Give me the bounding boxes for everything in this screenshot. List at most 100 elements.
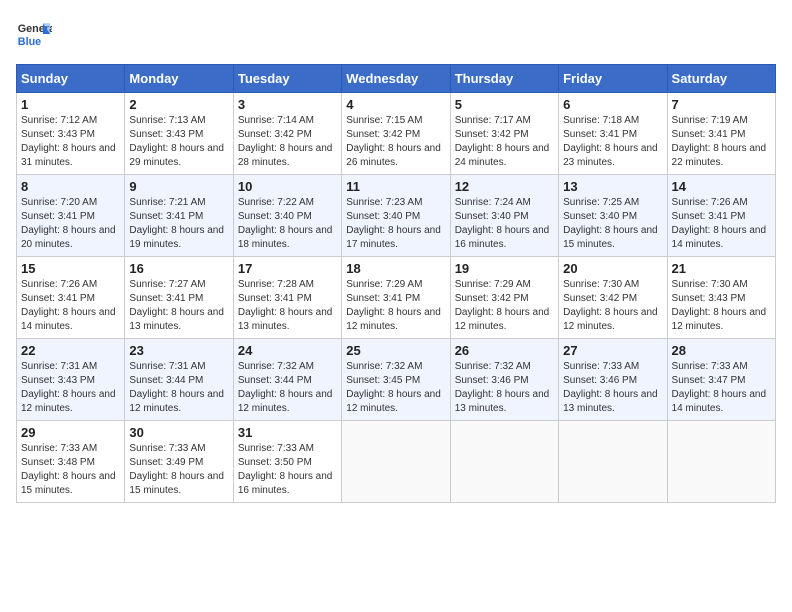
day-number: 6 (563, 97, 662, 112)
calendar-cell: 26 Sunrise: 7:32 AM Sunset: 3:46 PM Dayl… (450, 339, 558, 421)
day-number: 14 (672, 179, 771, 194)
calendar-cell: 9 Sunrise: 7:21 AM Sunset: 3:41 PM Dayli… (125, 175, 233, 257)
day-number: 13 (563, 179, 662, 194)
day-info: Sunrise: 7:14 AM Sunset: 3:42 PM Dayligh… (238, 114, 337, 170)
day-info: Sunrise: 7:30 AM Sunset: 3:43 PM Dayligh… (672, 278, 771, 334)
calendar-week-4: 22 Sunrise: 7:31 AM Sunset: 3:43 PM Dayl… (17, 339, 776, 421)
logo: General Blue (16, 16, 52, 52)
weekday-header-thursday: Thursday (450, 65, 558, 93)
calendar-cell (667, 421, 775, 503)
day-info: Sunrise: 7:26 AM Sunset: 3:41 PM Dayligh… (672, 196, 771, 252)
calendar-cell: 24 Sunrise: 7:32 AM Sunset: 3:44 PM Dayl… (233, 339, 341, 421)
svg-text:Blue: Blue (18, 36, 41, 48)
day-info: Sunrise: 7:13 AM Sunset: 3:43 PM Dayligh… (129, 114, 228, 170)
calendar-cell: 17 Sunrise: 7:28 AM Sunset: 3:41 PM Dayl… (233, 257, 341, 339)
day-info: Sunrise: 7:24 AM Sunset: 3:40 PM Dayligh… (455, 196, 554, 252)
day-info: Sunrise: 7:31 AM Sunset: 3:44 PM Dayligh… (129, 360, 228, 416)
calendar-cell: 2 Sunrise: 7:13 AM Sunset: 3:43 PM Dayli… (125, 93, 233, 175)
day-number: 17 (238, 261, 337, 276)
day-info: Sunrise: 7:17 AM Sunset: 3:42 PM Dayligh… (455, 114, 554, 170)
day-info: Sunrise: 7:12 AM Sunset: 3:43 PM Dayligh… (21, 114, 120, 170)
weekday-header-friday: Friday (559, 65, 667, 93)
day-number: 21 (672, 261, 771, 276)
calendar-week-5: 29 Sunrise: 7:33 AM Sunset: 3:48 PM Dayl… (17, 421, 776, 503)
day-number: 19 (455, 261, 554, 276)
day-number: 8 (21, 179, 120, 194)
day-number: 11 (346, 179, 445, 194)
day-info: Sunrise: 7:23 AM Sunset: 3:40 PM Dayligh… (346, 196, 445, 252)
weekday-header-wednesday: Wednesday (342, 65, 450, 93)
weekday-header-tuesday: Tuesday (233, 65, 341, 93)
day-info: Sunrise: 7:22 AM Sunset: 3:40 PM Dayligh… (238, 196, 337, 252)
calendar-cell: 22 Sunrise: 7:31 AM Sunset: 3:43 PM Dayl… (17, 339, 125, 421)
calendar-cell (559, 421, 667, 503)
day-number: 27 (563, 343, 662, 358)
day-info: Sunrise: 7:25 AM Sunset: 3:40 PM Dayligh… (563, 196, 662, 252)
day-info: Sunrise: 7:33 AM Sunset: 3:48 PM Dayligh… (21, 442, 120, 498)
day-number: 4 (346, 97, 445, 112)
calendar-week-1: 1 Sunrise: 7:12 AM Sunset: 3:43 PM Dayli… (17, 93, 776, 175)
calendar-cell: 29 Sunrise: 7:33 AM Sunset: 3:48 PM Dayl… (17, 421, 125, 503)
day-info: Sunrise: 7:33 AM Sunset: 3:50 PM Dayligh… (238, 442, 337, 498)
calendar-cell: 14 Sunrise: 7:26 AM Sunset: 3:41 PM Dayl… (667, 175, 775, 257)
day-info: Sunrise: 7:21 AM Sunset: 3:41 PM Dayligh… (129, 196, 228, 252)
calendar-cell: 30 Sunrise: 7:33 AM Sunset: 3:49 PM Dayl… (125, 421, 233, 503)
calendar-cell: 3 Sunrise: 7:14 AM Sunset: 3:42 PM Dayli… (233, 93, 341, 175)
calendar-cell: 16 Sunrise: 7:27 AM Sunset: 3:41 PM Dayl… (125, 257, 233, 339)
day-number: 1 (21, 97, 120, 112)
calendar-cell: 7 Sunrise: 7:19 AM Sunset: 3:41 PM Dayli… (667, 93, 775, 175)
day-number: 15 (21, 261, 120, 276)
day-info: Sunrise: 7:33 AM Sunset: 3:47 PM Dayligh… (672, 360, 771, 416)
calendar-cell: 28 Sunrise: 7:33 AM Sunset: 3:47 PM Dayl… (667, 339, 775, 421)
day-info: Sunrise: 7:28 AM Sunset: 3:41 PM Dayligh… (238, 278, 337, 334)
calendar-week-3: 15 Sunrise: 7:26 AM Sunset: 3:41 PM Dayl… (17, 257, 776, 339)
day-number: 9 (129, 179, 228, 194)
calendar-cell: 8 Sunrise: 7:20 AM Sunset: 3:41 PM Dayli… (17, 175, 125, 257)
day-number: 26 (455, 343, 554, 358)
calendar-cell: 23 Sunrise: 7:31 AM Sunset: 3:44 PM Dayl… (125, 339, 233, 421)
weekday-header-monday: Monday (125, 65, 233, 93)
calendar-cell: 10 Sunrise: 7:22 AM Sunset: 3:40 PM Dayl… (233, 175, 341, 257)
calendar-week-2: 8 Sunrise: 7:20 AM Sunset: 3:41 PM Dayli… (17, 175, 776, 257)
calendar-cell: 31 Sunrise: 7:33 AM Sunset: 3:50 PM Dayl… (233, 421, 341, 503)
weekday-header-sunday: Sunday (17, 65, 125, 93)
day-info: Sunrise: 7:19 AM Sunset: 3:41 PM Dayligh… (672, 114, 771, 170)
day-number: 2 (129, 97, 228, 112)
day-number: 25 (346, 343, 445, 358)
day-number: 20 (563, 261, 662, 276)
day-info: Sunrise: 7:30 AM Sunset: 3:42 PM Dayligh… (563, 278, 662, 334)
calendar-cell: 5 Sunrise: 7:17 AM Sunset: 3:42 PM Dayli… (450, 93, 558, 175)
calendar-cell: 4 Sunrise: 7:15 AM Sunset: 3:42 PM Dayli… (342, 93, 450, 175)
day-number: 31 (238, 425, 337, 440)
calendar-cell: 18 Sunrise: 7:29 AM Sunset: 3:41 PM Dayl… (342, 257, 450, 339)
day-number: 18 (346, 261, 445, 276)
day-info: Sunrise: 7:27 AM Sunset: 3:41 PM Dayligh… (129, 278, 228, 334)
day-info: Sunrise: 7:32 AM Sunset: 3:46 PM Dayligh… (455, 360, 554, 416)
day-info: Sunrise: 7:32 AM Sunset: 3:44 PM Dayligh… (238, 360, 337, 416)
day-number: 12 (455, 179, 554, 194)
calendar-cell: 12 Sunrise: 7:24 AM Sunset: 3:40 PM Dayl… (450, 175, 558, 257)
day-number: 29 (21, 425, 120, 440)
calendar-cell: 25 Sunrise: 7:32 AM Sunset: 3:45 PM Dayl… (342, 339, 450, 421)
day-info: Sunrise: 7:31 AM Sunset: 3:43 PM Dayligh… (21, 360, 120, 416)
calendar-cell: 11 Sunrise: 7:23 AM Sunset: 3:40 PM Dayl… (342, 175, 450, 257)
day-number: 28 (672, 343, 771, 358)
day-info: Sunrise: 7:33 AM Sunset: 3:46 PM Dayligh… (563, 360, 662, 416)
day-number: 30 (129, 425, 228, 440)
day-number: 24 (238, 343, 337, 358)
header: General Blue (16, 16, 776, 52)
day-number: 22 (21, 343, 120, 358)
calendar-cell: 13 Sunrise: 7:25 AM Sunset: 3:40 PM Dayl… (559, 175, 667, 257)
calendar-cell: 6 Sunrise: 7:18 AM Sunset: 3:41 PM Dayli… (559, 93, 667, 175)
logo-icon: General Blue (16, 16, 52, 52)
day-info: Sunrise: 7:32 AM Sunset: 3:45 PM Dayligh… (346, 360, 445, 416)
day-number: 3 (238, 97, 337, 112)
day-number: 10 (238, 179, 337, 194)
calendar-cell: 27 Sunrise: 7:33 AM Sunset: 3:46 PM Dayl… (559, 339, 667, 421)
day-info: Sunrise: 7:33 AM Sunset: 3:49 PM Dayligh… (129, 442, 228, 498)
day-info: Sunrise: 7:18 AM Sunset: 3:41 PM Dayligh… (563, 114, 662, 170)
calendar-cell: 21 Sunrise: 7:30 AM Sunset: 3:43 PM Dayl… (667, 257, 775, 339)
day-number: 5 (455, 97, 554, 112)
weekday-header-saturday: Saturday (667, 65, 775, 93)
calendar-table: SundayMondayTuesdayWednesdayThursdayFrid… (16, 64, 776, 503)
